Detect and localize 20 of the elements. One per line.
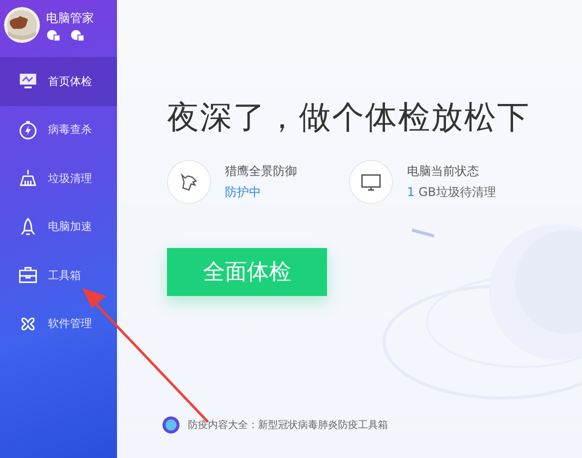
sidebar-item[interactable]: 软件管理 [0, 300, 117, 348]
globe-icon [162, 416, 180, 434]
eagle-icon [178, 171, 200, 193]
sidebar-item[interactable]: 工具箱 [0, 251, 117, 300]
headline: 夜深了，做个体检放松下 [167, 97, 531, 138]
status-value: 1 GB垃圾待清理 [407, 184, 496, 201]
broom-icon [18, 168, 38, 188]
user-name: 电脑管家 [46, 10, 94, 26]
sidebar-item[interactable]: 首页体检 [0, 57, 117, 106]
rocket-icon [18, 216, 38, 237]
status-title: 猎鹰全景防御 [225, 163, 297, 180]
monitor-icon [18, 71, 38, 92]
sidebar-item[interactable]: 电脑加速 [0, 202, 117, 251]
bolt-icon [18, 120, 38, 140]
status-title: 电脑当前状态 [407, 163, 480, 180]
status-value: 防护中 [225, 184, 262, 201]
sidebar-item[interactable]: 病毒查杀 [0, 106, 117, 154]
footer-link[interactable]: 防疫内容大全：新型冠状病毒肺炎防疫工具箱 [188, 418, 388, 432]
sidebar-item[interactable]: 垃圾清理 [0, 154, 117, 202]
toolbox-icon [18, 265, 38, 286]
